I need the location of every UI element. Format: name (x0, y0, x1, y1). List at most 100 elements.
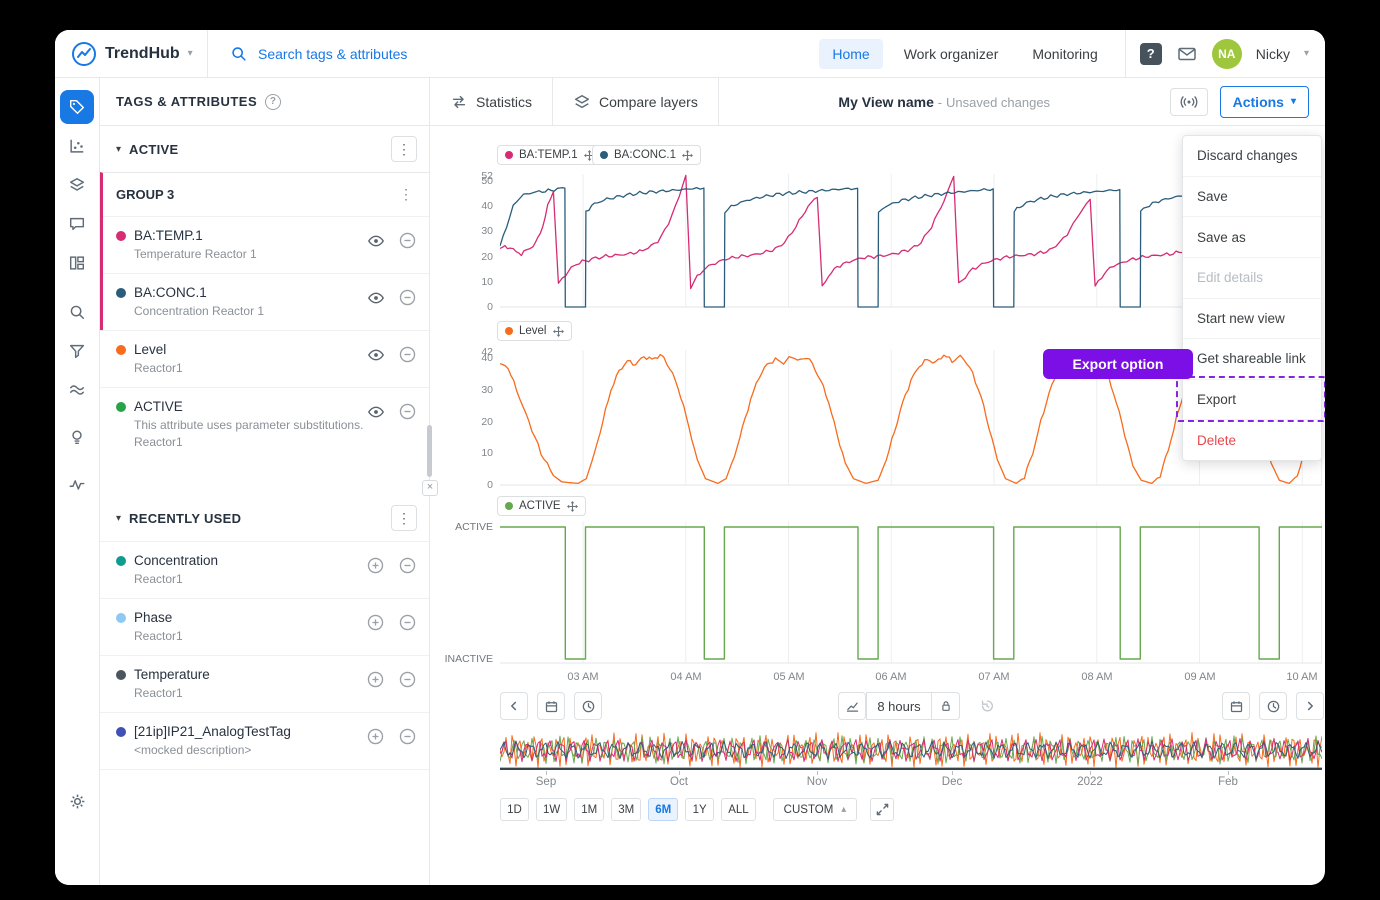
move-icon[interactable] (553, 326, 564, 337)
end-date-calendar-button[interactable] (1222, 692, 1250, 720)
menu-item-get-shareable-link[interactable]: Get shareable link (1183, 338, 1321, 379)
trend-scale-button[interactable] (838, 692, 866, 720)
top-right-cluster: ? NA Nicky ▾ (1125, 30, 1325, 77)
tag-description: Reactor1 (134, 629, 366, 644)
remove-icon[interactable] (398, 345, 417, 364)
remove-icon[interactable] (398, 670, 417, 689)
tag-row[interactable]: ACTIVE This attribute uses parameter sub… (100, 387, 429, 461)
zoom-preset-1d[interactable]: 1D (500, 798, 529, 821)
legend-chip[interactable]: BA:CONC.1 (592, 145, 701, 165)
section-active[interactable]: ▾ ACTIVE ⋮ (100, 126, 429, 172)
rail-item-filter[interactable] (60, 334, 94, 368)
menu-item-export[interactable]: Export (1183, 379, 1321, 420)
remove-icon[interactable] (398, 556, 417, 575)
rail-item-dashboard[interactable] (60, 246, 94, 280)
sidebar-scrollbar[interactable] (427, 425, 432, 477)
search-input[interactable] (256, 45, 556, 63)
tag-row[interactable]: [21ip]IP21_AnalogTestTag <mocked descrip… (100, 712, 429, 770)
rail-item-settings[interactable] (60, 784, 94, 818)
visibility-eye-icon[interactable] (367, 232, 385, 250)
compare-layers-button[interactable]: Compare layers (553, 78, 719, 125)
rail-item-trends[interactable] (60, 467, 94, 501)
rail-item-layers[interactable] (60, 168, 94, 202)
time-range-select[interactable]: 8 hours (866, 692, 932, 720)
tag-row[interactable]: BA:CONC.1 Concentration Reactor 1 (103, 273, 429, 330)
menu-item-save[interactable]: Save (1183, 176, 1321, 217)
nav-work-organizer[interactable]: Work organizer (891, 39, 1012, 69)
tag-row[interactable]: Temperature Reactor1 (100, 655, 429, 712)
rail-item-comments[interactable] (60, 207, 94, 241)
zoom-preset-1y[interactable]: 1Y (685, 798, 714, 821)
zoom-preset-1w[interactable]: 1W (536, 798, 567, 821)
start-time-clock-button[interactable] (574, 692, 602, 720)
zoom-preset-1m[interactable]: 1M (574, 798, 604, 821)
rail-item-tags[interactable] (60, 90, 94, 124)
start-date-calendar-button[interactable] (537, 692, 565, 720)
tag-row[interactable]: Phase Reactor1 (100, 598, 429, 655)
chevron-down-icon[interactable]: ▾ (1304, 48, 1309, 59)
live-mode-button[interactable] (1170, 88, 1208, 116)
legend-chip[interactable]: ACTIVE (497, 496, 586, 516)
help-icon[interactable]: ? (265, 94, 281, 110)
tag-row[interactable]: Level Reactor1 (100, 330, 429, 387)
remove-icon[interactable] (398, 613, 417, 632)
custom-range-button[interactable]: CUSTOM ▴ (773, 798, 858, 821)
add-icon[interactable] (366, 727, 385, 746)
move-icon[interactable] (567, 501, 578, 512)
move-icon[interactable] (682, 150, 693, 161)
legend-chip[interactable]: Level (497, 321, 572, 341)
rail-item-insights[interactable] (60, 420, 94, 454)
group-header[interactable]: GROUP 3 ⋮ (103, 173, 429, 216)
rail-item-streams[interactable] (60, 373, 94, 407)
rail-item-scatter[interactable] (60, 129, 94, 163)
section-menu-button[interactable]: ⋮ (391, 505, 417, 531)
statistics-button[interactable]: Statistics (430, 78, 553, 125)
help-button[interactable]: ? (1140, 43, 1162, 65)
legend-chip[interactable]: BA:TEMP.1 (497, 145, 603, 165)
menu-item-start-new-view[interactable]: Start new view (1183, 298, 1321, 339)
menu-item-delete[interactable]: Delete (1183, 419, 1321, 460)
avatar[interactable]: NA (1212, 39, 1242, 69)
pan-left-button[interactable] (500, 692, 528, 720)
y-axis-tick-label: 40 (457, 352, 493, 364)
visibility-eye-icon[interactable] (367, 346, 385, 364)
visibility-eye-icon[interactable] (367, 403, 385, 421)
pan-right-button[interactable] (1296, 692, 1324, 720)
actions-button[interactable]: Actions ▾ (1220, 86, 1309, 118)
view-name: My View name (838, 94, 933, 110)
active-state-chart[interactable] (500, 518, 1322, 668)
remove-icon[interactable] (398, 727, 417, 746)
section-recently-used[interactable]: ▾ RECENTLY USED ⋮ (100, 495, 429, 541)
group-label: GROUP 3 (116, 187, 395, 202)
tag-row[interactable]: BA:TEMP.1 Temperature Reactor 1 (103, 216, 429, 273)
app-brand[interactable]: TrendHub ▾ (55, 30, 208, 77)
add-icon[interactable] (366, 556, 385, 575)
zoom-preset-all[interactable]: ALL (721, 798, 755, 821)
remove-icon[interactable] (398, 288, 417, 307)
menu-item-save-as[interactable]: Save as (1183, 216, 1321, 257)
expand-timeline-icon[interactable] (870, 798, 894, 821)
lock-range-button[interactable] (932, 692, 960, 720)
user-name[interactable]: Nicky (1256, 46, 1290, 62)
menu-item-edit-details[interactable]: Edit details (1183, 257, 1321, 298)
mail-icon[interactable] (1176, 43, 1198, 65)
series-color-dot (505, 502, 513, 510)
add-icon[interactable] (366, 613, 385, 632)
end-time-clock-button[interactable] (1259, 692, 1287, 720)
group-menu-button[interactable]: ⋮ (395, 186, 417, 203)
remove-icon[interactable] (398, 231, 417, 250)
close-icon[interactable]: × (422, 480, 438, 496)
zoom-preset-3m[interactable]: 3M (611, 798, 641, 821)
menu-item-discard-changes[interactable]: Discard changes (1183, 136, 1321, 176)
section-menu-button[interactable]: ⋮ (391, 136, 417, 162)
refresh-history-icon[interactable] (973, 692, 1001, 720)
timeline-overview-strip[interactable] (500, 730, 1322, 770)
remove-icon[interactable] (398, 402, 417, 421)
add-icon[interactable] (366, 670, 385, 689)
tag-row[interactable]: Concentration Reactor1 (100, 541, 429, 598)
nav-monitoring[interactable]: Monitoring (1019, 39, 1110, 69)
nav-home[interactable]: Home (819, 39, 882, 69)
visibility-eye-icon[interactable] (367, 289, 385, 307)
rail-item-search[interactable] (60, 295, 94, 329)
zoom-preset-6m[interactable]: 6M (648, 798, 678, 821)
